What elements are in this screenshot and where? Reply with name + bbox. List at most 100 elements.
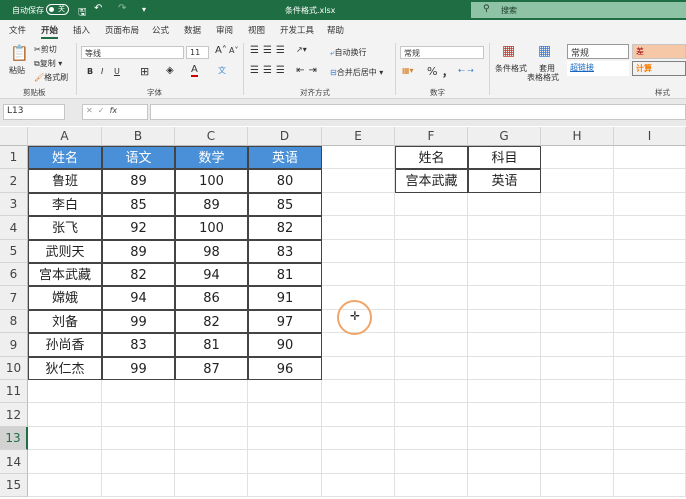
column-header[interactable]: G [468, 127, 541, 146]
cell[interactable] [468, 450, 541, 474]
lookup-header-cell[interactable]: 科目 [468, 146, 541, 169]
cell[interactable] [468, 240, 541, 263]
table-cell[interactable]: 89 [102, 240, 175, 263]
row-header[interactable]: 7 [0, 286, 28, 310]
cell[interactable] [175, 403, 248, 427]
cell[interactable] [468, 357, 541, 380]
table-cell[interactable]: 81 [248, 263, 322, 286]
copy-button[interactable]: ⧉复制 ▾ [34, 58, 62, 69]
cell[interactable] [248, 474, 322, 497]
cell[interactable] [322, 403, 395, 427]
cell[interactable] [395, 240, 468, 263]
cell[interactable] [322, 240, 395, 263]
number-format-select[interactable]: 常规 [400, 46, 484, 59]
format-painter-button[interactable]: 🖌格式刷 [34, 72, 68, 83]
cell[interactable] [175, 427, 248, 450]
table-cell[interactable]: 82 [175, 310, 248, 333]
horizontal-align-icons[interactable]: ☰☰☰ ⇤⇥ [250, 65, 321, 76]
cell[interactable] [614, 193, 686, 216]
cell[interactable] [322, 427, 395, 450]
table-cell[interactable]: 97 [248, 310, 322, 333]
cell[interactable] [541, 216, 614, 240]
cell[interactable] [614, 357, 686, 380]
table-cell[interactable]: 85 [248, 193, 322, 216]
table-cell[interactable]: 100 [175, 216, 248, 240]
cell[interactable] [614, 286, 686, 310]
search-box[interactable]: ⚲ 搜索 [471, 2, 686, 18]
cell[interactable] [541, 474, 614, 497]
table-cell[interactable]: 狄仁杰 [28, 357, 102, 380]
tab-insert[interactable]: 插入 [73, 24, 90, 36]
orientation-icon[interactable]: ↗▾ [296, 45, 307, 54]
table-cell[interactable]: 99 [102, 357, 175, 380]
table-cell[interactable]: 鲁班 [28, 169, 102, 193]
cell[interactable] [614, 169, 686, 193]
fx-button[interactable]: fx [110, 106, 118, 115]
table-cell[interactable]: 100 [175, 169, 248, 193]
column-header[interactable]: A [28, 127, 102, 146]
cell[interactable] [395, 474, 468, 497]
cell[interactable] [541, 146, 614, 169]
wrap-text-button[interactable]: ⤶自动换行 [330, 47, 366, 58]
cell[interactable] [614, 310, 686, 333]
table-cell[interactable]: 李白 [28, 193, 102, 216]
percent-button[interactable]: % [427, 65, 437, 78]
cell[interactable] [468, 333, 541, 357]
table-cell[interactable]: 80 [248, 169, 322, 193]
font-color-icon[interactable]: A [191, 64, 198, 77]
table-header-cell[interactable]: 姓名 [28, 146, 102, 169]
cell[interactable] [614, 380, 686, 403]
increase-font-icon[interactable]: A˄ [215, 45, 227, 56]
table-cell[interactable]: 89 [175, 193, 248, 216]
autosave-toggle[interactable]: 关 [46, 4, 69, 15]
decrease-font-icon[interactable]: A˅ [229, 46, 238, 55]
row-header[interactable]: 9 [0, 333, 28, 357]
cell[interactable] [102, 450, 175, 474]
tab-data[interactable]: 数据 [184, 24, 201, 36]
fill-color-icon[interactable]: ◈ [166, 65, 174, 76]
cell[interactable] [541, 380, 614, 403]
cell[interactable] [322, 357, 395, 380]
cell[interactable] [248, 403, 322, 427]
row-header[interactable]: 4 [0, 216, 28, 240]
cell[interactable] [248, 450, 322, 474]
cell[interactable] [541, 240, 614, 263]
tab-formulas[interactable]: 公式 [152, 24, 169, 36]
table-cell[interactable]: 94 [175, 263, 248, 286]
cell[interactable] [248, 380, 322, 403]
cell[interactable] [322, 169, 395, 193]
cell[interactable] [468, 263, 541, 286]
cell[interactable] [541, 310, 614, 333]
table-cell[interactable]: 82 [248, 216, 322, 240]
cell[interactable] [468, 286, 541, 310]
cell[interactable] [541, 357, 614, 380]
row-header[interactable]: 14 [0, 450, 28, 474]
cell[interactable] [468, 193, 541, 216]
cell[interactable] [614, 450, 686, 474]
cell[interactable] [468, 427, 541, 450]
cell[interactable] [102, 380, 175, 403]
lookup-cell[interactable]: 英语 [468, 169, 541, 193]
tab-page-layout[interactable]: 页面布局 [105, 24, 139, 36]
cell[interactable] [175, 474, 248, 497]
column-header[interactable]: I [614, 127, 686, 146]
cell[interactable] [28, 427, 102, 450]
cell[interactable] [102, 427, 175, 450]
tab-home[interactable]: 开始 [41, 24, 59, 39]
tab-developer[interactable]: 开发工具 [280, 24, 314, 36]
cell[interactable] [541, 263, 614, 286]
tab-file[interactable]: 文件 [9, 24, 26, 36]
row-header[interactable]: 3 [0, 193, 28, 216]
cell[interactable] [541, 286, 614, 310]
table-cell[interactable]: 孙尚香 [28, 333, 102, 357]
cell[interactable] [322, 450, 395, 474]
decimal-icons[interactable]: ⇠ ⇢ [458, 66, 474, 75]
table-cell[interactable]: 85 [102, 193, 175, 216]
cell[interactable] [541, 427, 614, 450]
row-header[interactable]: 15 [0, 474, 28, 497]
table-cell[interactable]: 83 [102, 333, 175, 357]
cell[interactable] [248, 427, 322, 450]
redo-icon[interactable]: ↷ [118, 3, 126, 14]
row-header[interactable]: 5 [0, 240, 28, 263]
cell[interactable] [395, 216, 468, 240]
